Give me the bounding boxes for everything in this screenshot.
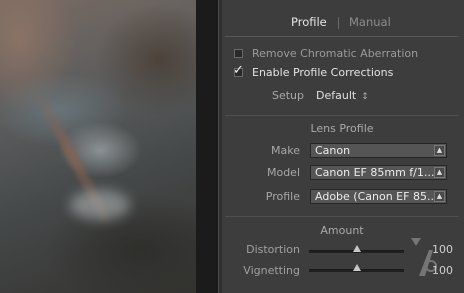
tab-separator xyxy=(338,17,339,29)
amount-heading: Amount xyxy=(320,224,364,237)
model-value: Canon EF 85mm f/1.... xyxy=(315,166,438,179)
make-label: Make xyxy=(271,144,300,157)
divider xyxy=(225,36,459,37)
tab-manual[interactable]: Manual xyxy=(349,15,391,29)
model-select[interactable]: Canon EF 85mm f/1.... ▲ xyxy=(310,165,447,180)
checkmark-icon: ✓ xyxy=(233,63,244,78)
divider xyxy=(225,115,459,116)
vignetting-slider-thumb[interactable] xyxy=(352,264,361,271)
distortion-label: Distortion xyxy=(246,243,300,256)
profile-label: Profile xyxy=(265,190,300,203)
up-down-arrows-icon: ↕ xyxy=(361,92,369,102)
up-down-arrows-icon: ▲ xyxy=(434,145,445,156)
lens-corrections-panel: Profile Manual Remove Chromatic Aberrati… xyxy=(218,0,464,293)
make-select[interactable]: Canon ▲ xyxy=(310,143,447,158)
photo-preview xyxy=(0,0,196,293)
enable-profile-corrections-label[interactable]: Enable Profile Corrections xyxy=(252,66,393,79)
lens-profile-heading: Lens Profile xyxy=(310,122,374,135)
remove-chromatic-aberration-checkbox[interactable] xyxy=(234,49,243,58)
up-down-arrows-icon: ▲ xyxy=(434,167,445,178)
photo-detail xyxy=(70,190,130,220)
distortion-slider-thumb[interactable] xyxy=(352,245,361,252)
profile-select[interactable]: Adobe (Canon EF 85... ▲ xyxy=(310,189,447,204)
model-label: Model xyxy=(266,166,300,179)
setup-value: Default xyxy=(316,89,357,102)
up-down-arrows-icon: ▲ xyxy=(434,191,445,202)
divider xyxy=(225,216,459,217)
watermark-logo-icon xyxy=(411,238,437,276)
make-value: Canon xyxy=(315,144,351,157)
profile-value: Adobe (Canon EF 85... xyxy=(315,190,438,203)
vignetting-label: Vignetting xyxy=(243,264,300,277)
setup-select[interactable]: Default ↕ xyxy=(316,89,369,102)
tab-profile[interactable]: Profile xyxy=(291,15,327,29)
remove-chromatic-aberration-label[interactable]: Remove Chromatic Aberration xyxy=(252,47,418,60)
setup-label: Setup xyxy=(271,89,304,102)
panel-divider xyxy=(196,0,218,293)
tab-bar: Profile Manual xyxy=(219,14,464,34)
